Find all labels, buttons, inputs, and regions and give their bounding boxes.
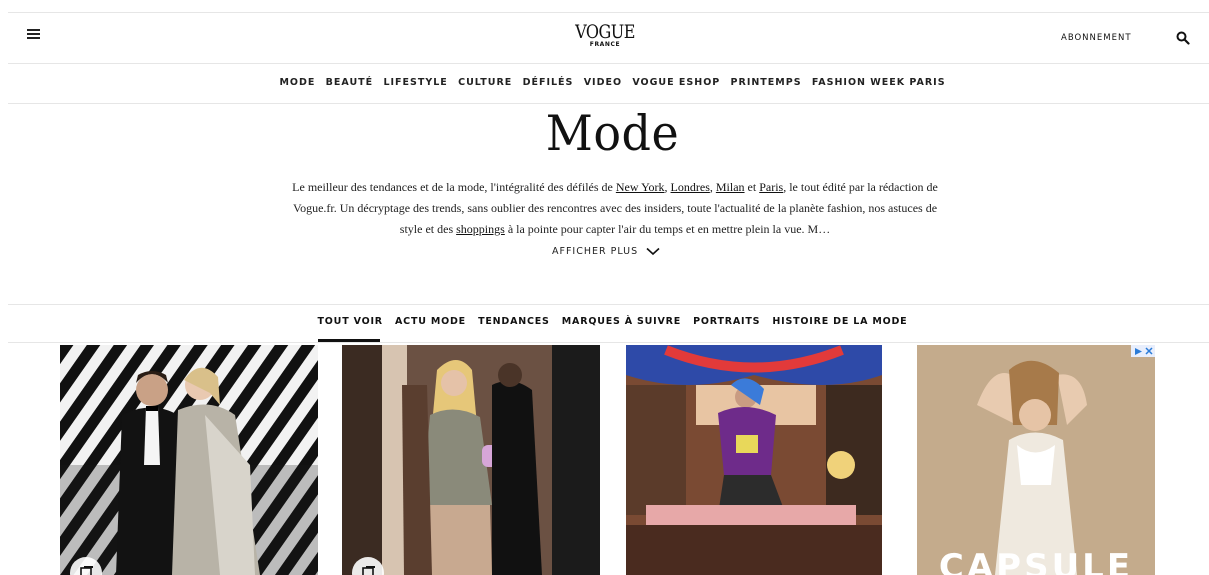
divider — [8, 12, 1209, 13]
divider — [8, 304, 1209, 305]
nav-item-vogue-eshop[interactable]: VOGUE ESHOP — [632, 77, 720, 88]
tab-actu-mode[interactable]: ACTU MODE — [395, 316, 466, 327]
link-milan[interactable]: Milan — [716, 180, 745, 194]
advertisement[interactable]: CAPSULE — [917, 345, 1155, 575]
divider — [8, 63, 1209, 64]
nav-item-beaute[interactable]: BEAUTÉ — [326, 77, 373, 88]
tab-portraits[interactable]: PORTRAITS — [693, 316, 760, 327]
subscribe-link[interactable]: ABONNEMENT — [1061, 33, 1132, 43]
intro-text-part: Le meilleur des tendances et de la mode,… — [292, 180, 616, 194]
nav-item-printemps[interactable]: PRINTEMPS — [731, 77, 802, 88]
link-shoppings[interactable]: shoppings — [456, 222, 505, 236]
article-photo — [342, 345, 600, 575]
nav-item-culture[interactable]: CULTURE — [458, 77, 512, 88]
show-more-button[interactable]: AFFICHER PLUS — [552, 246, 660, 257]
article-card-image[interactable] — [342, 345, 600, 575]
ad-image — [917, 345, 1155, 575]
tab-histoire-de-la-mode[interactable]: HISTOIRE DE LA MODE — [772, 316, 907, 327]
category-tabs: TOUT VOIR ACTU MODE TENDANCES MARQUES À … — [0, 316, 1209, 327]
nav-item-mode[interactable]: MODE — [279, 77, 315, 88]
article-photo — [626, 345, 882, 575]
nav-item-fashion-week-paris[interactable]: FASHION WEEK PARIS — [812, 77, 946, 88]
page-title: Mode — [545, 104, 680, 162]
article-card-image[interactable] — [60, 345, 318, 575]
show-more-label: AFFICHER PLUS — [552, 246, 639, 257]
nav-item-video[interactable]: VIDEO — [584, 77, 622, 88]
tab-tendances[interactable]: TENDANCES — [478, 316, 550, 327]
tab-marques-a-suivre[interactable]: MARQUES À SUIVRE — [562, 316, 681, 327]
article-photo — [60, 345, 318, 575]
intro-text: Le meilleur des tendances et de la mode,… — [290, 177, 940, 240]
link-paris[interactable]: Paris — [759, 180, 783, 194]
menu-icon[interactable] — [27, 29, 40, 39]
main-nav: MODE BEAUTÉ LIFESTYLE CULTURE DÉFILÉS VI… — [0, 77, 1209, 88]
ad-badge[interactable] — [1131, 345, 1155, 357]
ad-choices-icon[interactable] — [1134, 347, 1143, 356]
tab-tout-voir[interactable]: TOUT VOIR — [318, 316, 383, 327]
intro-text-part: à la pointe pour capter l'air du temps e… — [504, 222, 831, 236]
ad-headline: CAPSULE — [938, 547, 1134, 575]
link-londres[interactable]: Londres — [671, 180, 710, 194]
article-card-image[interactable] — [626, 345, 882, 575]
search-icon[interactable] — [1176, 31, 1190, 45]
divider — [8, 342, 1209, 343]
close-icon[interactable] — [1144, 347, 1153, 355]
chevron-down-icon — [646, 247, 660, 256]
nav-item-lifestyle[interactable]: LIFESTYLE — [383, 77, 447, 88]
intro-separator: et — [744, 180, 760, 194]
nav-item-defiles[interactable]: DÉFILÉS — [523, 77, 574, 88]
link-new-york[interactable]: New York — [616, 180, 665, 194]
logo[interactable]: VOGUE FRANCE — [560, 20, 650, 48]
logo-brand: VOGUE — [575, 20, 635, 43]
